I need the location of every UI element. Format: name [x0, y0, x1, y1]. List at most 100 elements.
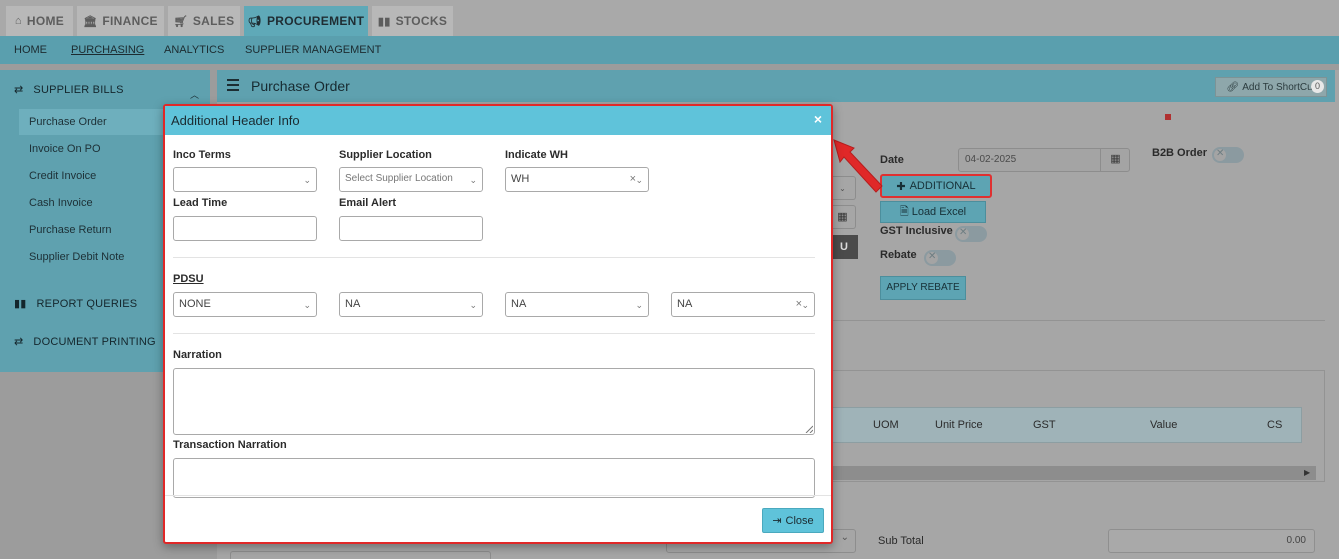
grid-header: UOM Unit Price GST Value CS [829, 407, 1302, 443]
chevron-down-icon: ⌄ [635, 175, 643, 185]
column-value[interactable]: Value [1150, 419, 1177, 431]
apply-rebate-button[interactable]: APPLY REBATE [880, 276, 966, 300]
home-icon: ⌂ [14, 15, 22, 27]
hamburger-menu-icon[interactable] [227, 79, 239, 91]
plus-icon: ✚ [896, 180, 906, 193]
pdsu-select-3[interactable]: NA ⌄ [505, 292, 649, 317]
transaction-narration-label: Transaction Narration [173, 439, 287, 451]
sidebar-section-supplier-bills[interactable]: ⇄ SUPPLIER BILLS [14, 83, 124, 97]
close-button[interactable]: ⇥ Close [762, 508, 824, 533]
indicate-wh-select[interactable]: WH × ⌄ [505, 167, 649, 192]
annotation-arrow-icon [833, 139, 883, 193]
inco-terms-select[interactable]: ⌄ [173, 167, 317, 192]
pdsu-select-4[interactable]: NA × ⌄ [671, 292, 815, 317]
sub-total-label: Sub Total [878, 535, 924, 547]
chevron-up-icon[interactable]: ︿ [190, 88, 199, 101]
email-alert-label: Email Alert [339, 197, 397, 209]
additional-header-info-modal: Additional Header Info × Inco Terms ⌄ Su… [163, 104, 833, 544]
close-label: Close [785, 514, 814, 527]
column-cs[interactable]: CS [1267, 419, 1282, 431]
indicate-wh-value: WH [511, 173, 530, 185]
additional-label: ADDITIONAL [909, 180, 976, 192]
tab-home[interactable]: ⌂ HOME [6, 6, 73, 36]
lead-time-field[interactable] [173, 216, 317, 241]
top-tab-bar: ⌂ HOME 🏛︎ FINANCE 🛒︎ SALES 📢︎ PROCUREMEN… [0, 0, 1339, 36]
tab-sales[interactable]: 🛒︎ SALES [168, 6, 240, 36]
sub-total-field: 0.00 [1108, 529, 1315, 553]
tab-finance[interactable]: 🏛︎ FINANCE [77, 6, 164, 36]
transaction-narration-textarea[interactable] [173, 458, 815, 498]
chevron-down-icon: ⌄ [303, 300, 311, 310]
email-alert-field[interactable] [339, 216, 483, 241]
calendar-icon[interactable]: ▦ [830, 205, 856, 229]
bar-chart-icon: ▮▮ [14, 298, 27, 310]
sidebar-section-document-printing[interactable]: ⇄ DOCUMENT PRINTING [14, 335, 156, 349]
resize-grip-icon[interactable] [805, 425, 813, 433]
column-uom[interactable]: UOM [873, 419, 899, 431]
indicate-wh-label: Indicate WH [505, 149, 568, 161]
horizontal-scrollbar[interactable] [829, 466, 1316, 480]
pdsu-value: NA [677, 298, 693, 310]
gst-inclusive-toggle[interactable]: ✕ [955, 226, 987, 242]
exchange-icon: ⇄ [14, 336, 24, 348]
supplier-location-placeholder: Select Supplier Location [345, 173, 453, 184]
modal-header: Additional Header Info × [165, 106, 831, 135]
tab-sales-label: SALES [192, 14, 235, 28]
page-title: Purchase Order [251, 78, 350, 94]
subnav-home[interactable]: HOME [14, 44, 47, 56]
lead-time-label: Lead Time [173, 197, 228, 209]
subnav-supplier-management[interactable]: SUPPLIER MANAGEMENT [245, 44, 381, 56]
chevron-down-icon: ⌄ [469, 175, 477, 185]
bank-icon: 🏛︎ [83, 15, 98, 28]
pdsu-value: NONE [179, 298, 211, 310]
status-indicator [1165, 114, 1171, 120]
pdsu-select-1[interactable]: NONE ⌄ [173, 292, 317, 317]
megaphone-icon: 📢︎ [247, 15, 262, 28]
file-icon: 🗎︎ [899, 205, 909, 218]
add-to-shortcut-button[interactable]: 🔗︎ Add To ShortCut 0 [1215, 77, 1327, 97]
shortcut-label: Add To ShortCut [1242, 81, 1316, 93]
sidebar-section-report-queries[interactable]: ▮▮ REPORT QUERIES [14, 297, 137, 311]
additional-button[interactable]: ✚ ADDITIONAL [880, 174, 992, 198]
modal-title: Additional Header Info [171, 113, 300, 128]
divider [173, 333, 815, 334]
chevron-down-icon: ⌄ [303, 175, 311, 185]
bar-chart-icon: ▮▮ [377, 15, 391, 28]
rebate-toggle[interactable]: ✕ [924, 250, 956, 266]
divider [173, 257, 815, 258]
exchange-icon: ⇄ [14, 84, 24, 96]
page-header: Purchase Order 🔗︎ Add To ShortCut 0 [217, 70, 1335, 102]
cart-icon: 🛒︎ [173, 15, 188, 28]
subnav-analytics[interactable]: ANALYTICS [164, 44, 224, 56]
pdsu-value: NA [345, 298, 361, 310]
supplier-location-select[interactable]: Select Supplier Location ⌄ [339, 167, 483, 192]
scroll-right-icon[interactable]: ▶ [1304, 466, 1314, 480]
sub-nav-bar: HOME PURCHASING ANALYTICS SUPPLIER MANAG… [0, 36, 1339, 64]
column-unit-price[interactable]: Unit Price [935, 419, 983, 431]
tab-procurement[interactable]: 📢︎ PROCUREMENT [244, 6, 368, 36]
pdsu-select-2[interactable]: NA ⌄ [339, 292, 483, 317]
tab-home-label: HOME [26, 14, 65, 28]
u-button[interactable]: U [830, 235, 858, 259]
column-gst[interactable]: GST [1033, 419, 1056, 431]
b2b-order-toggle[interactable]: ✕ [1212, 147, 1244, 163]
chevron-down-icon: ⌄ [801, 300, 809, 310]
shortcut-count-badge: 0 [1311, 80, 1324, 93]
supplier-location-label: Supplier Location [339, 149, 432, 161]
sidebar-section-label: DOCUMENT PRINTING [33, 335, 156, 348]
chevron-down-icon: ⌄ [635, 300, 643, 310]
bottom-field[interactable] [230, 551, 491, 559]
narration-textarea[interactable] [173, 368, 815, 435]
load-excel-button[interactable]: 🗎︎ Load Excel [880, 201, 986, 223]
tab-finance-label: FINANCE [102, 14, 158, 28]
load-excel-label: Load Excel [911, 206, 967, 218]
calendar-icon[interactable]: ▦ [1100, 148, 1130, 172]
subnav-purchasing[interactable]: PURCHASING [71, 44, 144, 56]
tab-procurement-label: PROCUREMENT [266, 14, 365, 28]
sign-out-icon: ⇥ [772, 515, 782, 527]
tab-stocks[interactable]: ▮▮ STOCKS [372, 6, 453, 36]
rebate-label: Rebate [880, 249, 917, 261]
close-icon[interactable]: × [814, 111, 822, 127]
divider [829, 320, 1325, 321]
narration-label: Narration [173, 349, 222, 361]
